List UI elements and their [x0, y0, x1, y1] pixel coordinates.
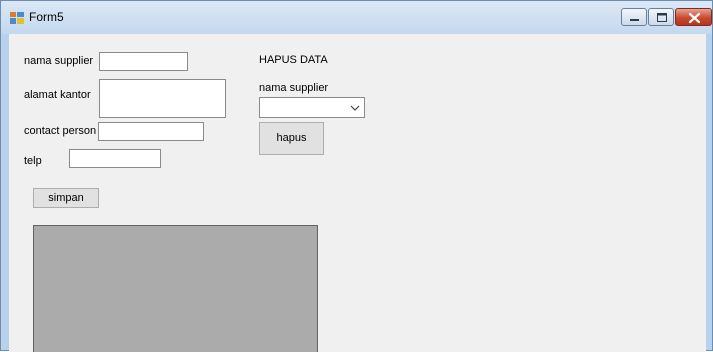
contact-person-label: contact person — [24, 125, 97, 137]
chevron-down-icon — [350, 105, 360, 111]
minimize-button[interactable] — [621, 8, 647, 26]
close-button[interactable] — [675, 8, 712, 26]
alamat-kantor-label: alamat kantor — [24, 89, 91, 101]
hapus-nama-supplier-label: nama supplier — [259, 82, 329, 94]
window-title: Form5 — [29, 10, 64, 24]
telp-input[interactable] — [69, 149, 161, 168]
contact-person-input[interactable] — [98, 122, 204, 141]
nama-supplier-input[interactable] — [99, 52, 188, 71]
hapus-button[interactable]: hapus — [259, 122, 324, 155]
title-bar[interactable]: Form5 — [1, 1, 712, 34]
maximize-icon — [657, 13, 667, 22]
hapus-data-heading: HAPUS DATA — [259, 54, 328, 66]
close-icon — [688, 12, 701, 24]
data-grid[interactable] — [33, 225, 318, 352]
simpan-button[interactable]: simpan — [33, 188, 99, 208]
nama-supplier-dropdown[interactable] — [259, 97, 365, 118]
form-window: Form5 nama supplier alamat kantor contac… — [0, 0, 713, 352]
telp-label: telp — [24, 155, 42, 167]
alamat-kantor-input[interactable] — [99, 79, 226, 118]
minimize-icon — [630, 19, 639, 21]
nama-supplier-label: nama supplier — [24, 55, 94, 67]
form-icon — [10, 11, 24, 24]
form-client-area: nama supplier alamat kantor contact pers… — [9, 34, 706, 352]
maximize-button[interactable] — [648, 8, 674, 26]
